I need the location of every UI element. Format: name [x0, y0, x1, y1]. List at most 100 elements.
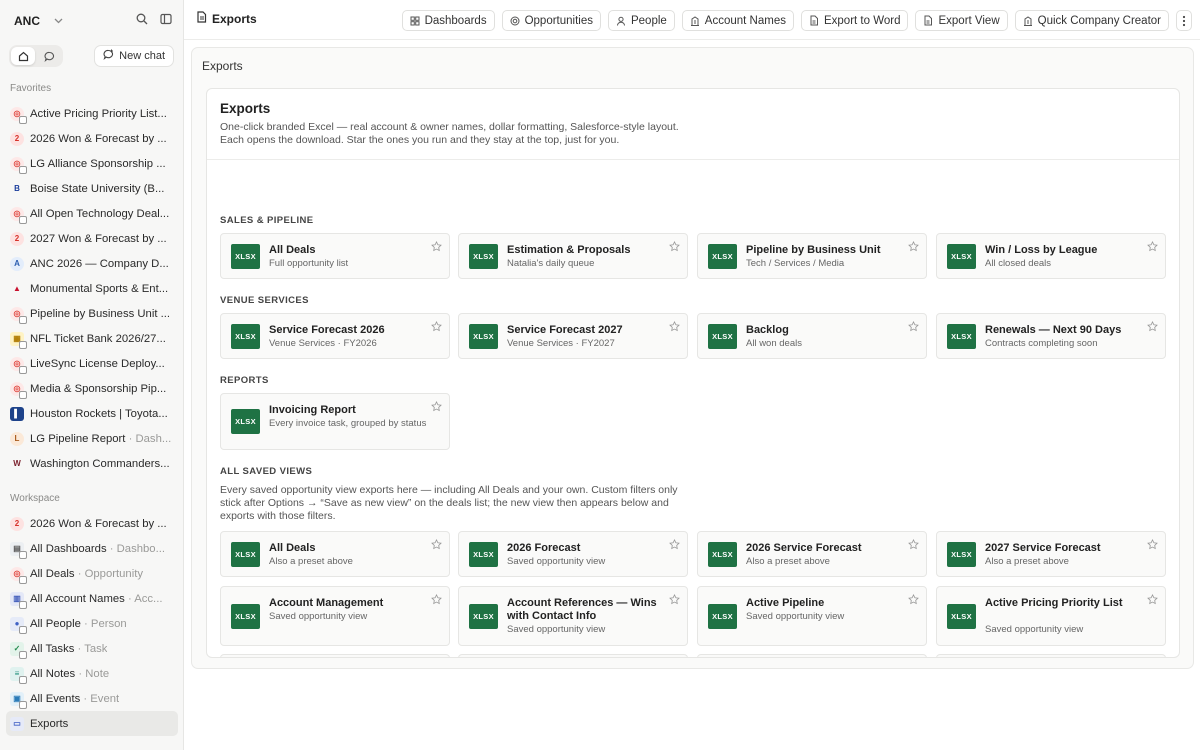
- exports-description: One-click branded Excel — real account &…: [220, 121, 679, 146]
- sidebar-item[interactable]: A ANC 2026 — Company D...: [6, 251, 178, 276]
- sidebar-item[interactable]: ✓ All Tasks · Task: [6, 636, 178, 661]
- document-icon: [923, 15, 933, 26]
- toolbar-button-people[interactable]: People: [607, 10, 675, 31]
- export-card[interactable]: XLSX Estimation & Proposals Natalia's dail…: [458, 233, 688, 279]
- xlsx-file-icon: XLSX: [231, 542, 260, 567]
- sidebar-item[interactable]: W Washington Commanders...: [6, 451, 178, 476]
- export-card[interactable]: XLSX Win / Loss by League All closed deals: [936, 233, 1166, 279]
- export-card[interactable]: XLSXActive Pricing Priority List KanbanS…: [220, 654, 450, 657]
- sidebar-item[interactable]: ◎ LG Alliance Sponsorship ...: [6, 151, 178, 176]
- export-card[interactable]: XLSX 2027 Service Forecast Also a preset a…: [936, 531, 1166, 577]
- export-card[interactable]: XLSX Pipeline by Business Unit Tech / Serv…: [697, 233, 927, 279]
- export-card[interactable]: XLSXAll Open Deals 2026 & BeyondSaved op…: [936, 654, 1166, 657]
- sidebar: ANC New chat Favorites ◎ Active Pricing P…: [0, 0, 184, 750]
- export-card[interactable]: XLSX Active Pricing Priority List Saved op…: [936, 586, 1166, 646]
- star-icon[interactable]: [908, 593, 919, 605]
- sidebar-item[interactable]: B Boise State University (B...: [6, 176, 178, 201]
- number-2-icon: 2: [10, 516, 24, 531]
- export-card[interactable]: XLSX Renewals — Next 90 Days Contracts com…: [936, 313, 1166, 359]
- export-card[interactable]: XLSXAll Deals2Saved opportunity view: [458, 654, 688, 657]
- sidebar-item[interactable]: 2 2026 Won & Forecast by ...: [6, 511, 178, 536]
- export-card-subtitle: Also a preset above: [985, 556, 1069, 567]
- note-icon: ≡: [10, 666, 27, 684]
- export-card-title: Account References — Wins with Contact I…: [507, 597, 657, 622]
- toolbar-button-dashboards[interactable]: Dashboards: [401, 10, 495, 31]
- sidebar-item[interactable]: ◎ All Deals · Opportunity: [6, 561, 178, 586]
- star-icon[interactable]: [431, 240, 442, 252]
- table-icon: ▦: [10, 331, 27, 349]
- toolbar-button-export-view[interactable]: Export View: [915, 10, 1008, 31]
- export-card-title: Active Pipeline: [746, 597, 825, 609]
- star-icon[interactable]: [669, 240, 680, 252]
- toolbar-button-export-to-word[interactable]: Export to Word: [800, 10, 909, 31]
- number-2-icon: 2: [10, 231, 24, 246]
- star-icon[interactable]: [669, 538, 680, 550]
- sidebar-item-label: All Tasks · Task: [30, 642, 108, 655]
- letter-l-icon: L: [10, 431, 24, 446]
- new-chat-button[interactable]: New chat: [94, 45, 174, 67]
- home-icon[interactable]: [11, 47, 35, 65]
- xlsx-file-icon: XLSX: [708, 324, 737, 349]
- sidebar-item[interactable]: ▤ All Dashboards · Dashbo...: [6, 536, 178, 561]
- export-card[interactable]: XLSX Invoicing Report Every invoice task, …: [220, 393, 450, 450]
- toolbar-button-account-names[interactable]: Account Names: [681, 10, 794, 31]
- sidebar-item-label: Houston Rockets | Toyota...: [30, 407, 168, 420]
- target-icon: ◎: [10, 156, 27, 174]
- toolbar-button-opportunities[interactable]: Opportunities: [501, 10, 601, 31]
- search-icon[interactable]: [135, 12, 149, 26]
- sidebar-item[interactable]: ▥ All Account Names · Acc...: [6, 586, 178, 611]
- sidebar-toggle-icon[interactable]: [159, 12, 173, 26]
- sidebar-item[interactable]: ◎ Pipeline by Business Unit ...: [6, 301, 178, 326]
- building-icon: [1023, 15, 1033, 26]
- toolbar-button-quick-company-creator[interactable]: Quick Company Creator: [1014, 10, 1169, 31]
- sidebar-item[interactable]: L LG Pipeline Report · Dash...: [6, 426, 178, 451]
- sidebar-item[interactable]: ▭ Exports: [6, 711, 178, 736]
- star-icon[interactable]: [1147, 240, 1158, 252]
- sidebar-item[interactable]: ◎ Media & Sponsorship Pip...: [6, 376, 178, 401]
- star-icon[interactable]: [908, 240, 919, 252]
- sidebar-item[interactable]: ◎ All Open Technology Deal...: [6, 201, 178, 226]
- sidebar-item-label: All Account Names · Acc...: [30, 592, 163, 605]
- chat-icon[interactable]: [37, 47, 61, 65]
- export-card[interactable]: XLSX Account References — Wins with Conta…: [458, 586, 688, 646]
- star-icon[interactable]: [431, 320, 442, 332]
- star-icon[interactable]: [431, 538, 442, 550]
- sidebar-item[interactable]: ▌ Houston Rockets | Toyota...: [6, 401, 178, 426]
- sidebar-item[interactable]: ▲ Monumental Sports & Ent...: [6, 276, 178, 301]
- export-card[interactable]: XLSX Active Pipeline Saved opportunity vie…: [697, 586, 927, 646]
- star-icon[interactable]: [908, 320, 919, 332]
- xlsx-file-icon: XLSX: [469, 542, 498, 567]
- export-card[interactable]: XLSX 2026 Service Forecast Also a preset a…: [697, 531, 927, 577]
- export-card[interactable]: XLSX Service Forecast 2027 Venue Services …: [458, 313, 688, 359]
- export-card[interactable]: XLSXAll Open Deals 2026Saved opportunity…: [697, 654, 927, 657]
- star-icon[interactable]: [431, 400, 442, 412]
- sidebar-item[interactable]: ▣ All Events · Event: [6, 686, 178, 711]
- star-icon[interactable]: [669, 320, 680, 332]
- star-icon[interactable]: [431, 593, 442, 605]
- sidebar-item[interactable]: ▦ NFL Ticket Bank 2026/27...: [6, 326, 178, 351]
- export-card-title: All Deals: [269, 244, 316, 256]
- more-menu-button[interactable]: [1176, 10, 1192, 31]
- export-card[interactable]: XLSX All Deals Also a preset above: [220, 531, 450, 577]
- star-icon[interactable]: [1147, 320, 1158, 332]
- export-card[interactable]: XLSX All Deals Full opportunity list: [220, 233, 450, 279]
- sidebar-item[interactable]: 2 2027 Won & Forecast by ...: [6, 226, 178, 251]
- star-icon[interactable]: [669, 593, 680, 605]
- export-card[interactable]: XLSX Service Forecast 2026 Venue Services …: [220, 313, 450, 359]
- sidebar-item[interactable]: 2 2026 Won & Forecast by ...: [6, 126, 178, 151]
- star-icon[interactable]: [1147, 593, 1158, 605]
- new-chat-icon: [103, 49, 114, 63]
- export-card[interactable]: XLSX Backlog All won deals: [697, 313, 927, 359]
- xlsx-file-icon: XLSX: [947, 324, 976, 349]
- sidebar-item[interactable]: ◎ Active Pricing Priority List...: [6, 101, 178, 126]
- sidebar-item[interactable]: ◎ LiveSync License Deploy...: [6, 351, 178, 376]
- star-icon[interactable]: [1147, 538, 1158, 550]
- page-title: Exports: [212, 11, 257, 26]
- sidebar-item[interactable]: ≡ All Notes · Note: [6, 661, 178, 686]
- workspace-switcher[interactable]: ANC: [14, 12, 63, 30]
- export-card[interactable]: XLSX 2026 Forecast Saved opportunity view: [458, 531, 688, 577]
- star-icon[interactable]: [908, 538, 919, 550]
- export-card[interactable]: XLSX Account Management Saved opportunity …: [220, 586, 450, 646]
- sidebar-item[interactable]: ● All People · Person: [6, 611, 178, 636]
- task-icon: ✓: [10, 641, 27, 659]
